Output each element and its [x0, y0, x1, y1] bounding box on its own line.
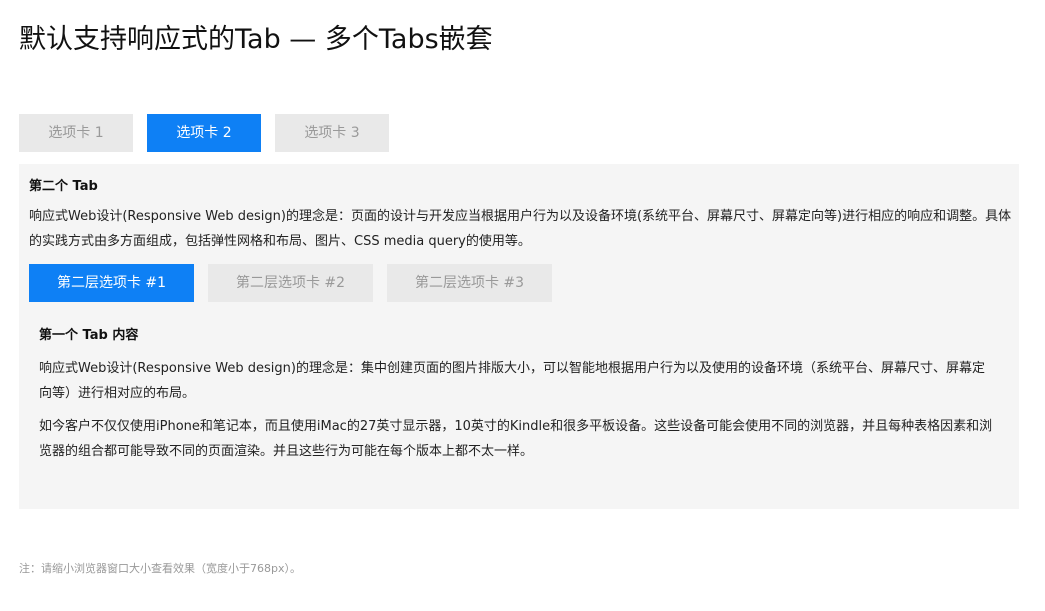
inner-panel-paragraph-1: 响应式Web设计(Responsive Web design)的理念是：集中创建… — [39, 361, 985, 401]
tab-option-2[interactable]: 选项卡 2 — [147, 114, 261, 152]
inner-panel-paragraph-2: 如今客户不仅仅使用iPhone和笔记本，而且使用iMac的27英寸显示器，10英… — [39, 419, 993, 459]
inner-panel-heading: 第一个 Tab 内容 — [39, 328, 139, 343]
inner-tab-panel-1: 第一个 Tab 内容 响应式Web设计(Responsive Web desig… — [39, 326, 994, 464]
panel-heading: 第二个 Tab — [29, 179, 98, 194]
inner-tab-2[interactable]: 第二层选项卡 #2 — [208, 264, 373, 302]
page-title: 默认支持响应式的Tab — 多个Tabs嵌套 — [19, 24, 493, 55]
panel-description: 响应式Web设计(Responsive Web design)的理念是：页面的设… — [29, 209, 1012, 249]
tab-option-3[interactable]: 选项卡 3 — [275, 114, 389, 152]
inner-tab-3[interactable]: 第二层选项卡 #3 — [387, 264, 552, 302]
outer-tab-bar: 选项卡 1 选项卡 2 选项卡 3 — [19, 114, 403, 152]
tab-panel-2: 第二个 Tab 响应式Web设计(Responsive Web design)的… — [19, 164, 1019, 509]
inner-tab-bar: 第二层选项卡 #1 第二层选项卡 #2 第二层选项卡 #3 — [29, 264, 566, 302]
tab-option-1[interactable]: 选项卡 1 — [19, 114, 133, 152]
inner-tab-1[interactable]: 第二层选项卡 #1 — [29, 264, 194, 302]
footnote: 注：请缩小浏览器窗口大小查看效果（宽度小于768px）。 — [19, 562, 301, 575]
